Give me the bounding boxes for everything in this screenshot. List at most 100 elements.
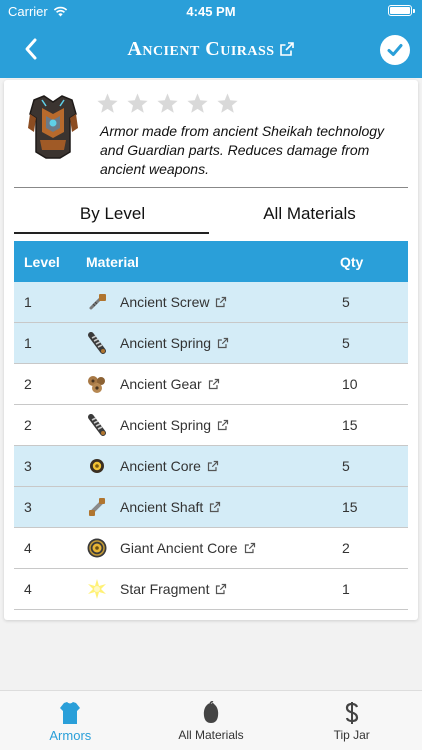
header-qty: Qty	[340, 253, 364, 270]
row-material: Ancient Spring	[86, 332, 336, 354]
spring-icon	[88, 332, 106, 354]
status-bar: Carrier 4:45 PM	[0, 0, 422, 22]
giant-core-icon	[87, 538, 107, 558]
material-name: Ancient Shaft	[120, 499, 204, 515]
external-link-icon	[244, 542, 255, 554]
nav-header: Carrier 4:45 PM Ancient Cuirass	[0, 0, 422, 78]
chevron-left-icon	[25, 38, 37, 60]
row-material: Ancient Spring	[86, 414, 336, 436]
ancient-cuirass-image	[28, 95, 78, 159]
battery-icon	[388, 5, 415, 16]
tab-all-materials[interactable]: All Materials	[211, 198, 408, 232]
material-link[interactable]: Ancient Gear	[120, 376, 220, 392]
row-qty: 5	[342, 335, 350, 351]
header-material: Material	[86, 253, 139, 270]
material-link[interactable]: Ancient Core	[120, 458, 219, 474]
material-name: Ancient Gear	[120, 376, 202, 392]
materials-table: Level Material Qty 1 Ancient Screw 5 1 Ancie…	[14, 241, 408, 610]
table-row: 1 Ancient Spring 5	[14, 323, 408, 364]
row-qty: 5	[342, 294, 350, 310]
row-level: 3	[24, 458, 32, 474]
star-fragment-icon	[88, 579, 106, 599]
material-link[interactable]: Ancient Shaft	[120, 499, 221, 515]
material-name: Ancient Screw	[120, 294, 210, 310]
tabbar-all-materials[interactable]: All Materials	[141, 691, 282, 750]
row-level: 2	[24, 376, 32, 392]
screw-icon	[89, 294, 106, 310]
external-link-icon	[210, 501, 221, 513]
page-title: Ancient Cuirass	[127, 38, 275, 60]
table-row: 1 Ancient Screw 5	[14, 282, 408, 323]
material-name: Ancient Spring	[120, 335, 212, 351]
row-qty: 15	[342, 417, 358, 433]
row-level: 3	[24, 499, 32, 515]
row-qty: 10	[342, 376, 358, 392]
core-icon	[90, 459, 104, 473]
shaft-icon	[89, 498, 105, 516]
external-link-icon	[207, 460, 219, 472]
bottom-tab-bar: Armors All Materials Tip Jar	[0, 690, 422, 750]
back-button[interactable]	[18, 34, 48, 64]
done-button[interactable]	[380, 35, 410, 65]
tabbar-armors[interactable]: Armors	[0, 691, 141, 750]
row-level: 1	[24, 294, 32, 310]
table-row: 3 Ancient Shaft 15	[14, 487, 408, 528]
row-qty: 15	[342, 499, 358, 515]
page-title-link[interactable]: Ancient Cuirass	[70, 38, 352, 61]
table-row: 2 Ancient Spring 15	[14, 405, 408, 446]
spring-icon	[88, 414, 106, 436]
material-link[interactable]: Ancient Spring	[120, 417, 229, 433]
external-link-icon	[217, 419, 229, 431]
status-time: 4:45 PM	[186, 4, 236, 19]
row-qty: 2	[342, 540, 350, 556]
star-icon[interactable]	[96, 92, 119, 115]
table-row: 4 Star Fragment 1	[14, 569, 408, 610]
armor-icon	[60, 702, 81, 724]
row-level: 2	[24, 417, 32, 433]
external-link-icon	[279, 42, 294, 56]
material-name: Giant Ancient Core	[120, 540, 238, 556]
armor-description: Armor made from ancient Sheikah technolo…	[100, 123, 385, 177]
tabbar-armors-label: Armors	[49, 728, 92, 743]
external-link-icon	[216, 583, 227, 595]
star-icon[interactable]	[186, 92, 209, 115]
material-link[interactable]: Star Fragment	[120, 581, 227, 597]
armor-detail-card: Armor made from ancient Sheikah technolo…	[4, 80, 418, 620]
material-name: Ancient Core	[120, 458, 201, 474]
row-level: 4	[24, 581, 32, 597]
material-name: Ancient Spring	[120, 417, 212, 433]
tabbar-tip-jar[interactable]: Tip Jar	[281, 691, 422, 750]
material-icon	[203, 701, 219, 723]
checkmark-icon	[387, 44, 403, 56]
material-link[interactable]: Giant Ancient Core	[120, 540, 256, 556]
table-row: 4 Giant Ancient Core 2	[14, 528, 408, 569]
table-row: 2 Ancient Gear 10	[14, 364, 408, 405]
header-level: Level	[24, 253, 60, 270]
material-name: Star Fragment	[120, 581, 210, 597]
star-icon[interactable]	[156, 92, 179, 115]
table-row: 3 Ancient Core 5	[14, 446, 408, 487]
row-material: Ancient Core	[86, 455, 336, 477]
material-link[interactable]: Ancient Spring	[120, 335, 229, 351]
rating-stars[interactable]	[96, 92, 239, 115]
material-link[interactable]: Ancient Screw	[120, 294, 227, 310]
star-icon[interactable]	[126, 92, 149, 115]
external-link-icon	[217, 337, 229, 349]
star-icon[interactable]	[216, 92, 239, 115]
row-level: 1	[24, 335, 32, 351]
table-header: Level Material Qty	[14, 241, 408, 282]
row-qty: 1	[342, 581, 350, 597]
gear-icon	[88, 376, 105, 393]
row-material: Ancient Shaft	[86, 496, 336, 518]
dollar-icon	[345, 702, 358, 724]
view-tabs: By Level All Materials	[14, 198, 408, 234]
external-link-icon	[208, 378, 219, 390]
tabbar-tip-jar-label: Tip Jar	[333, 728, 370, 742]
row-material: Ancient Screw	[86, 291, 336, 313]
row-qty: 5	[342, 458, 350, 474]
tab-by-level[interactable]: By Level	[14, 198, 211, 234]
divider	[14, 187, 408, 188]
external-link-icon	[216, 296, 227, 308]
row-level: 4	[24, 540, 32, 556]
row-material: Giant Ancient Core	[86, 537, 336, 559]
